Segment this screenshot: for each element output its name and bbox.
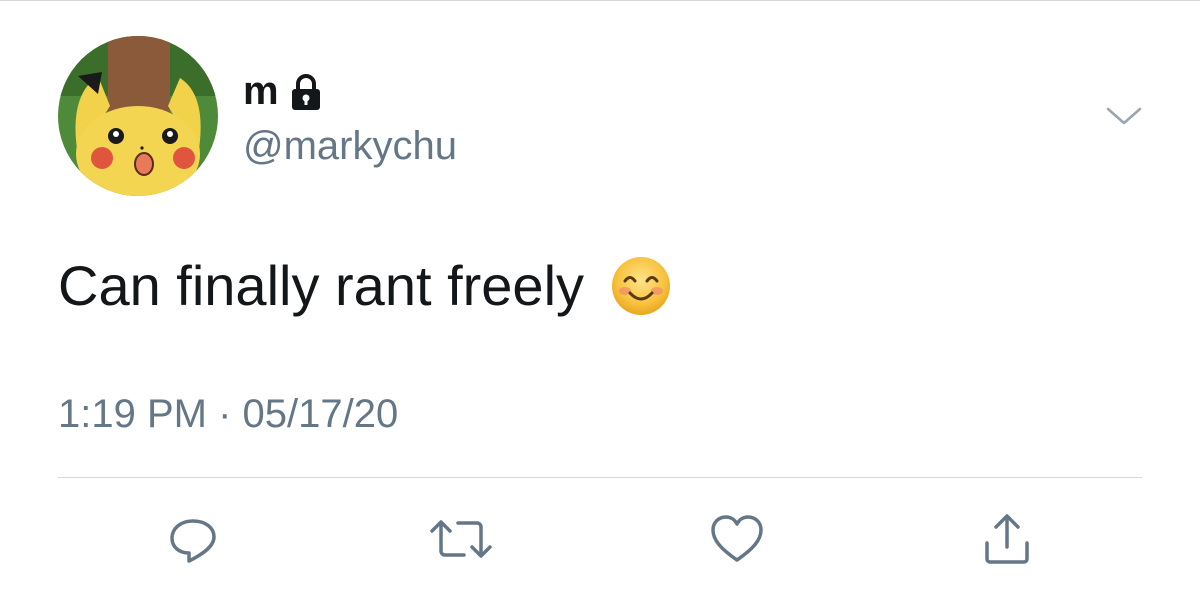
avatar[interactable] bbox=[58, 36, 218, 196]
tweet-actions bbox=[0, 506, 1200, 576]
heart-icon bbox=[711, 515, 763, 562]
reply-button[interactable] bbox=[160, 506, 226, 572]
lock-icon bbox=[291, 73, 321, 110]
reply-icon bbox=[170, 519, 216, 563]
display-name-row[interactable]: m bbox=[243, 67, 321, 115]
share-button[interactable] bbox=[974, 506, 1040, 572]
tweet-text: Can finally rant freely bbox=[58, 254, 585, 317]
tweet-body: Can finally rant freely bbox=[58, 253, 672, 319]
share-icon bbox=[985, 514, 1029, 564]
chevron-down-icon[interactable] bbox=[1104, 101, 1144, 131]
divider bbox=[58, 477, 1142, 478]
smiling-face-emoji-icon bbox=[610, 255, 672, 317]
retweet-button[interactable] bbox=[428, 506, 494, 572]
retweet-icon bbox=[430, 520, 492, 558]
user-handle[interactable]: @markychu bbox=[243, 122, 457, 170]
display-name[interactable]: m bbox=[243, 67, 279, 115]
tweet-card: m @markychu Can finally rant freely 1:19… bbox=[0, 0, 1200, 598]
tweet-timestamp[interactable]: 1:19 PM · 05/17/20 bbox=[58, 389, 398, 439]
like-button[interactable] bbox=[704, 506, 770, 572]
surprised-pikachu-avatar bbox=[58, 36, 218, 196]
